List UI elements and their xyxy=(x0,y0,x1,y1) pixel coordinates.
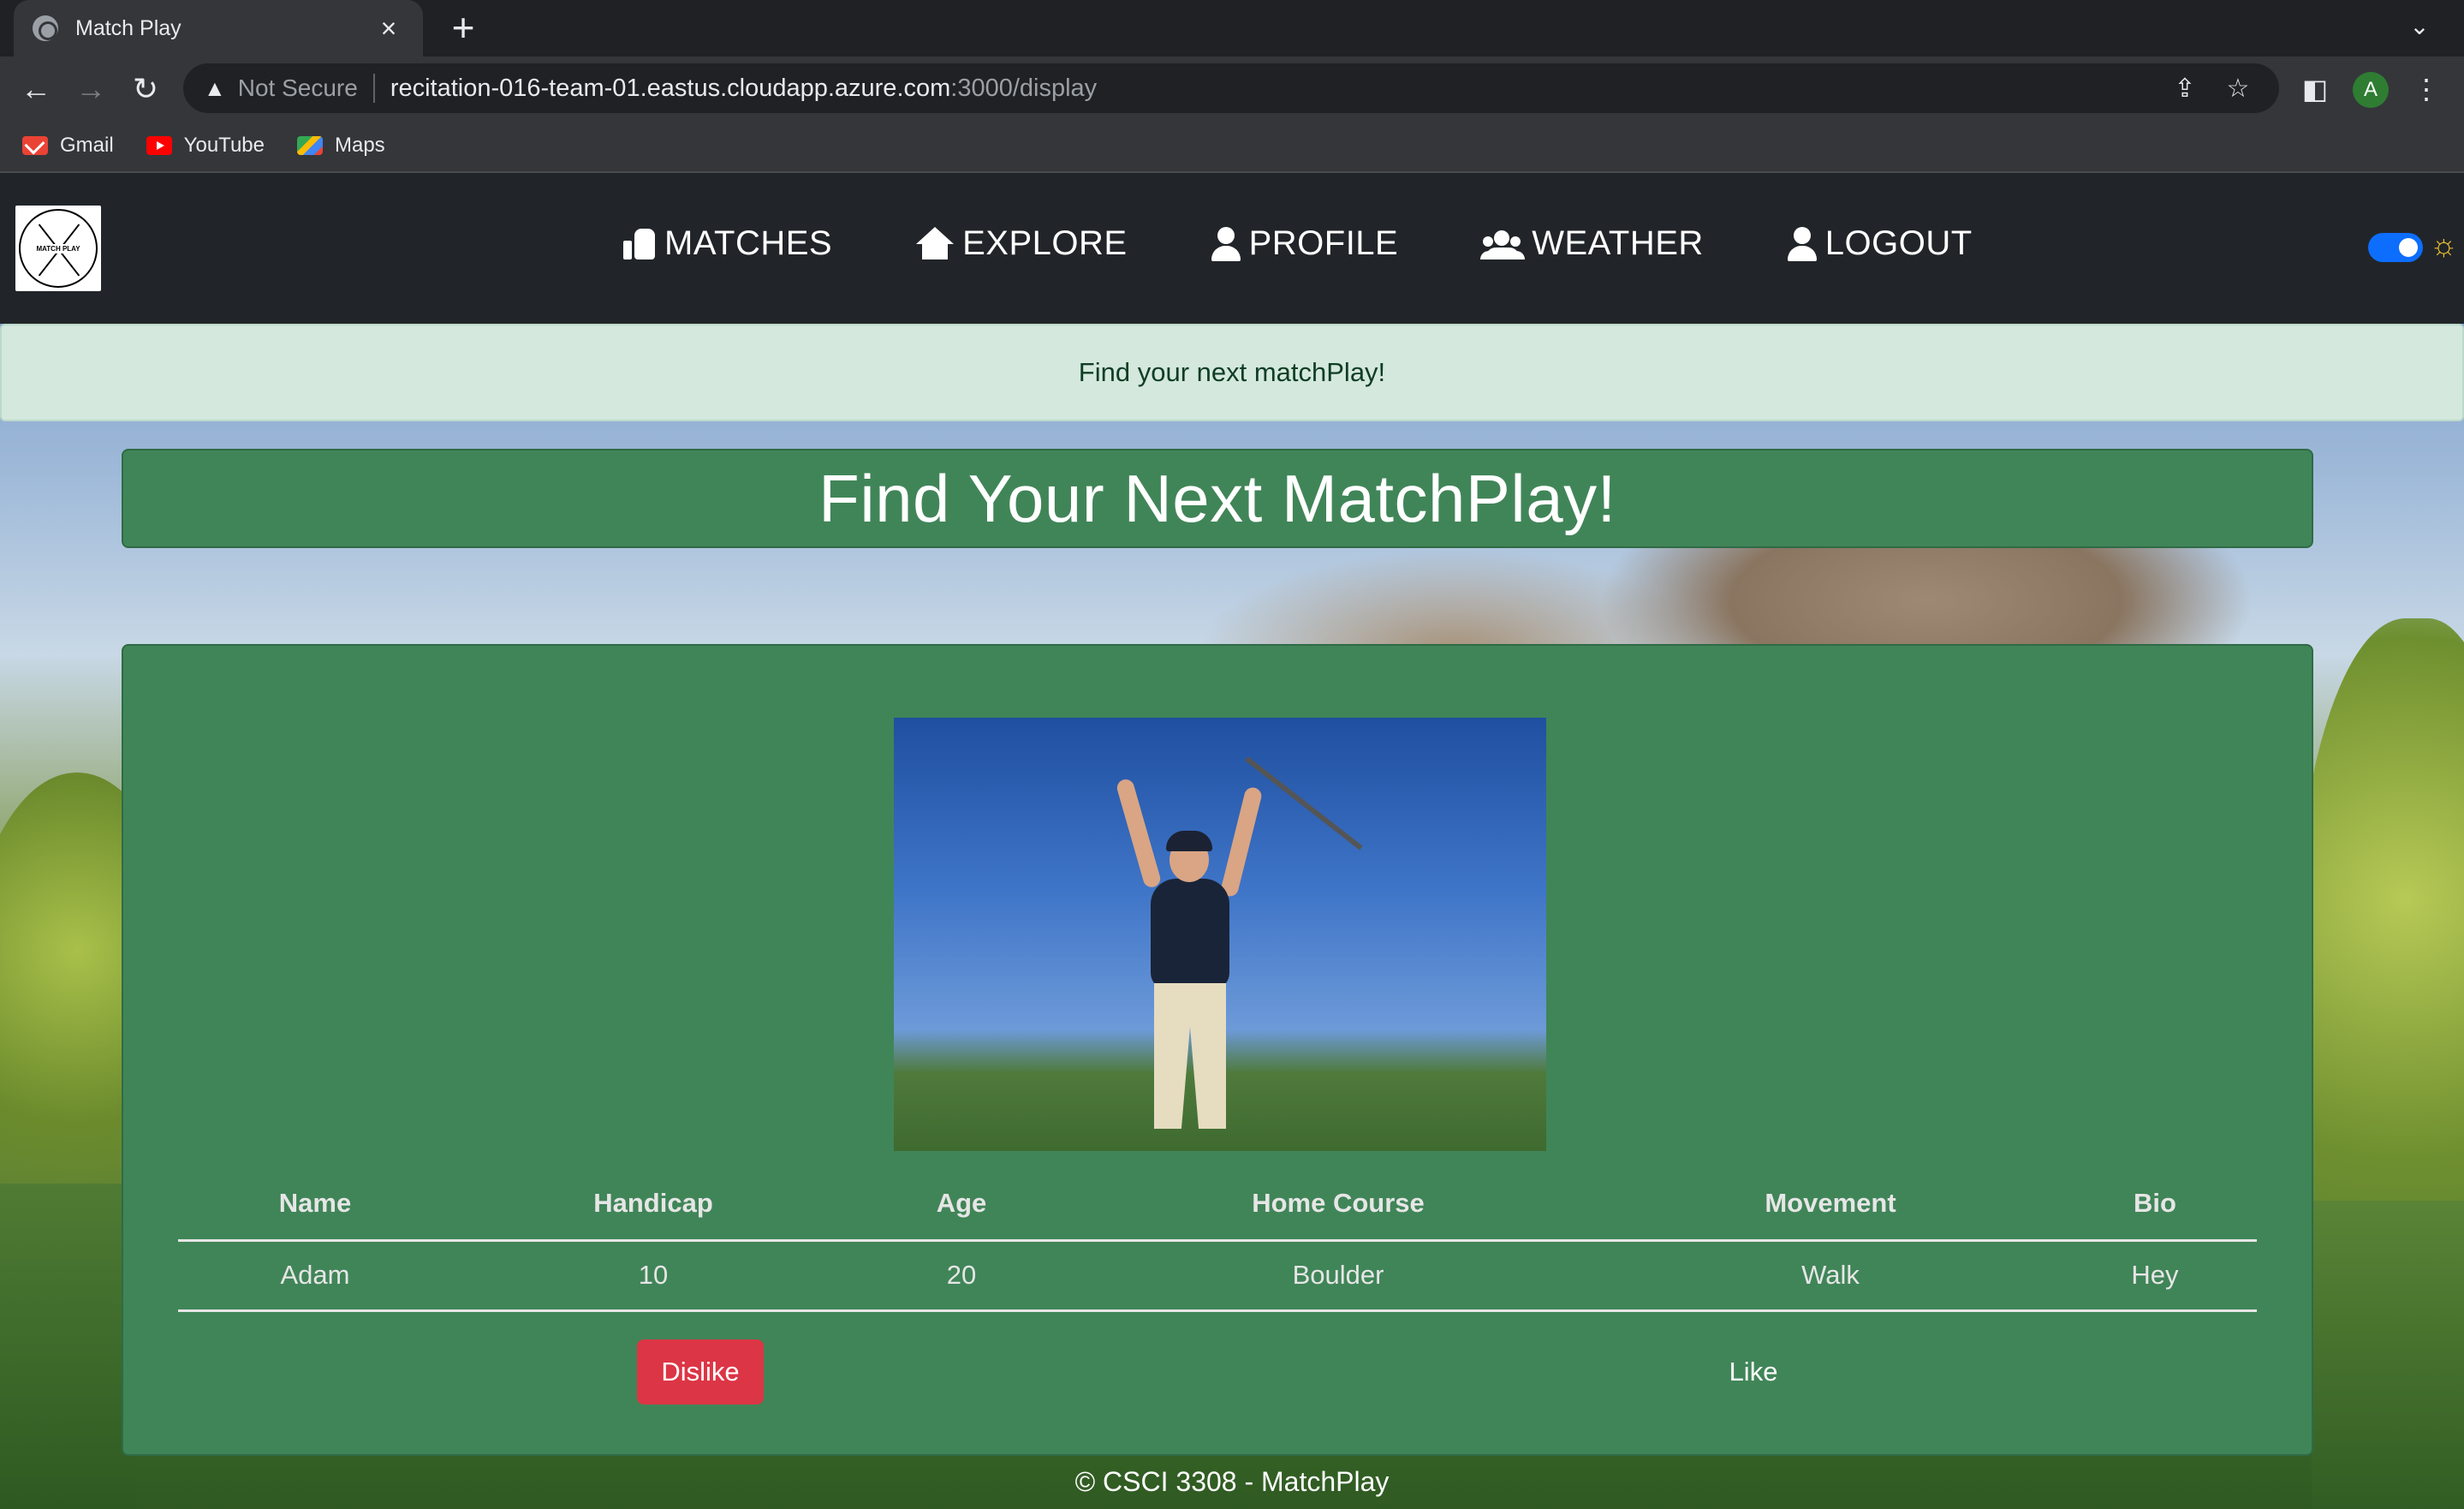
player-info-table: Name Handicap Age Home Course Movement B… xyxy=(178,1168,2257,1312)
bookmark-label: Maps xyxy=(334,134,385,157)
logo-text: MATCH PLAY xyxy=(34,243,82,253)
nav-link-label: PROFILE xyxy=(1248,224,1399,262)
golfer-arm xyxy=(1219,785,1264,898)
close-tab-icon[interactable]: × xyxy=(373,13,404,45)
nav-link-logout[interactable]: LOGOUT xyxy=(1786,224,1973,263)
security-label[interactable]: Not Secure xyxy=(238,74,375,103)
youtube-icon xyxy=(146,136,172,155)
golfer-cap xyxy=(1166,831,1212,851)
column-header-age: Age xyxy=(854,1168,1068,1242)
bookmark-label: Gmail xyxy=(60,134,114,157)
page-title-card: Find Your Next MatchPlay! xyxy=(122,449,2313,548)
cell-handicap: 10 xyxy=(452,1240,854,1312)
new-tab-button[interactable]: + xyxy=(442,7,485,50)
golfer-arm xyxy=(1115,777,1163,890)
cell-name: Adam xyxy=(178,1240,452,1312)
cell-home-course: Boulder xyxy=(1068,1240,1608,1312)
golfer-torso xyxy=(1151,879,1229,990)
thumbs-up-icon xyxy=(623,227,658,261)
forward-arrow-icon[interactable]: → xyxy=(70,69,111,110)
nav-links: MATCHES EXPLORE PROFILE WEATHER LOGOUT xyxy=(623,224,2055,263)
browser-toolbar: ← → ↻ ▲ Not Secure recitation-016-team-0… xyxy=(0,57,2464,120)
gmail-icon xyxy=(22,136,48,155)
theme-toggle-switch[interactable] xyxy=(2368,233,2423,262)
footer-text: © CSCI 3308 - MatchPlay xyxy=(1074,1465,1390,1497)
site-navbar: MATCH PLAY MATCHES EXPLORE PROFILE WEATH… xyxy=(0,173,2464,324)
nav-link-label: EXPLORE xyxy=(962,224,1128,262)
cell-movement: Walk xyxy=(1608,1240,2053,1312)
bookmark-youtube[interactable]: YouTube xyxy=(146,134,265,158)
page-viewport: MATCH PLAY MATCHES EXPLORE PROFILE WEATH… xyxy=(0,173,2464,1509)
home-icon xyxy=(914,226,955,261)
sun-icon: ☼ xyxy=(2430,227,2458,262)
nav-link-label: MATCHES xyxy=(664,224,833,262)
bookmark-maps[interactable]: Maps xyxy=(296,134,385,158)
alert-text: Find your next matchPlay! xyxy=(1078,357,1386,387)
tab-title: Match Play xyxy=(75,15,182,40)
share-icon[interactable]: ⇪ xyxy=(2168,72,2202,106)
browser-tab[interactable]: Match Play × xyxy=(14,0,423,57)
cell-bio: Hey xyxy=(2053,1240,2257,1312)
kebab-menu-icon[interactable]: ⋮ xyxy=(2406,69,2447,110)
column-header-name: Name xyxy=(178,1168,452,1242)
nav-link-label: WEATHER xyxy=(1532,224,1704,262)
back-arrow-icon[interactable]: ← xyxy=(15,69,57,110)
warning-icon[interactable]: ▲ xyxy=(204,75,226,102)
user-icon xyxy=(1786,226,1818,261)
browser-tabstrip: Match Play × + ⌄ xyxy=(0,0,2464,57)
column-header-home-course: Home Course xyxy=(1068,1168,1608,1242)
nav-link-matches[interactable]: MATCHES xyxy=(623,224,832,263)
match-profile-card: Name Handicap Age Home Course Movement B… xyxy=(122,644,2313,1456)
alert-message: Find your next matchPlay! xyxy=(0,324,2464,421)
url-host: recitation-016-team-01.eastus.cloudapp.a… xyxy=(390,74,951,102)
page-title: Find Your Next MatchPlay! xyxy=(818,460,1616,536)
table-row: Adam 10 20 Boulder Walk Hey xyxy=(178,1240,2257,1312)
maps-icon xyxy=(296,136,323,155)
profile-photo xyxy=(894,718,1546,1151)
address-bar[interactable]: ▲ Not Secure recitation-016-team-01.east… xyxy=(183,63,2279,113)
dislike-button[interactable]: Dislike xyxy=(637,1339,764,1405)
bookmarks-bar: Gmail YouTube Maps xyxy=(0,120,2464,173)
column-header-movement: Movement xyxy=(1608,1168,2053,1242)
golf-club xyxy=(1245,756,1363,850)
cell-age: 20 xyxy=(854,1240,1068,1312)
tab-search-chevron-icon[interactable]: ⌄ xyxy=(2404,12,2435,43)
nav-link-label: LOGOUT xyxy=(1824,224,1973,262)
golfer-pants xyxy=(1154,983,1226,1129)
nav-link-weather[interactable]: WEATHER xyxy=(1480,224,1704,263)
table-header-row: Name Handicap Age Home Course Movement B… xyxy=(178,1168,2257,1242)
users-icon xyxy=(1480,227,1525,261)
match-play-logo[interactable]: MATCH PLAY xyxy=(15,206,101,291)
side-panel-icon[interactable]: ◧ xyxy=(2294,69,2336,110)
reload-icon[interactable]: ↻ xyxy=(125,69,166,110)
like-button[interactable]: Like xyxy=(1693,1339,1813,1405)
golfer-figure xyxy=(1065,752,1363,1129)
column-header-bio: Bio xyxy=(2053,1168,2257,1242)
profile-avatar[interactable]: A xyxy=(2353,72,2389,108)
logo-emblem: MATCH PLAY xyxy=(19,209,98,288)
user-icon xyxy=(1210,226,1242,261)
globe-icon xyxy=(33,15,58,41)
nav-link-profile[interactable]: PROFILE xyxy=(1210,224,1399,263)
url-path: :3000/display xyxy=(950,74,1098,102)
bookmark-gmail[interactable]: Gmail xyxy=(22,134,114,158)
column-header-handicap: Handicap xyxy=(452,1168,854,1242)
bookmark-label: YouTube xyxy=(183,134,265,157)
nav-link-explore[interactable]: EXPLORE xyxy=(914,224,1127,263)
page-footer: © CSCI 3308 - MatchPlay xyxy=(0,1458,2464,1506)
bookmark-star-icon[interactable]: ☆ xyxy=(2221,72,2255,106)
